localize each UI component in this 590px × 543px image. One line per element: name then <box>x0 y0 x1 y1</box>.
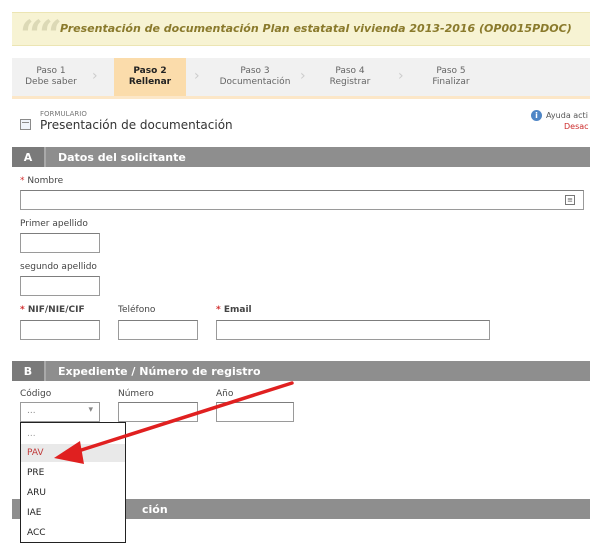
step-5[interactable]: Paso 5 Finalizar <box>414 58 488 96</box>
step-4-label: Registrar <box>329 77 371 87</box>
nombre-label: * Nombre <box>20 176 64 186</box>
step-1[interactable]: Paso 1 Debe saber <box>12 58 90 96</box>
step-separator-icon: › <box>398 68 404 84</box>
step-4-number: Paso 4 <box>335 66 365 76</box>
codigo-option[interactable]: ... <box>21 425 125 443</box>
primer-apellido-label: Primer apellido <box>20 219 88 229</box>
chevron-down-icon: ▾ <box>88 405 93 415</box>
primer-apellido-input[interactable] <box>20 233 100 253</box>
nif-label: * NIF/NIE/CIF <box>20 305 85 315</box>
section-b-header: B Expediente / Número de registro <box>12 361 590 381</box>
step-2-label: Rellenar <box>128 77 172 87</box>
step-navigation: Paso 1 Debe saber › Paso 2 Rellenar › Pa… <box>12 58 590 96</box>
codigo-option-acc[interactable]: ACC <box>21 524 125 542</box>
telefono-input[interactable] <box>118 320 198 340</box>
codigo-dropdown-list: ... PAV PRE ARU IAE ACC <box>20 422 126 543</box>
steps-underline <box>12 96 590 99</box>
segundo-apellido-label: segundo apellido <box>20 262 97 272</box>
section-b-title: Expediente / Número de registro <box>58 364 261 378</box>
step-4[interactable]: Paso 4 Registrar <box>314 58 386 96</box>
step-separator-icon: › <box>92 68 98 84</box>
step-2[interactable]: Paso 2 Rellenar <box>114 58 186 96</box>
section-b-letter: B <box>12 361 46 381</box>
quote-icon: ““ <box>20 12 62 59</box>
codigo-option-pav[interactable]: PAV <box>21 444 125 462</box>
step-3-label: Documentación <box>219 77 291 87</box>
step-1-label: Debe saber <box>25 77 77 87</box>
step-2-number: Paso 2 <box>133 66 167 76</box>
email-input[interactable] <box>216 320 490 340</box>
codigo-label: Código <box>20 389 52 399</box>
form-kicker: FORMULARIO <box>40 110 87 118</box>
step-3-number: Paso 3 <box>240 66 270 76</box>
codigo-select-value: ... <box>27 406 36 416</box>
codigo-option-iae[interactable]: IAE <box>21 504 125 522</box>
nombre-input[interactable] <box>20 190 584 210</box>
step-5-number: Paso 5 <box>436 66 466 76</box>
section-a-header: A Datos del solicitante <box>12 147 590 167</box>
codigo-option-pre[interactable]: PRE <box>21 464 125 482</box>
section-a-letter: A <box>12 147 46 167</box>
title-banner: ““ Presentación de documentación Plan es… <box>12 12 590 56</box>
numero-label: Número <box>118 389 154 399</box>
step-3[interactable]: Paso 3 Documentación <box>212 58 298 96</box>
step-separator-icon: › <box>300 68 306 84</box>
email-label: * Email <box>216 305 252 315</box>
help-toggle-status[interactable]: Desac <box>564 122 589 131</box>
telefono-label: Teléfono <box>118 305 156 315</box>
section-a-title: Datos del solicitante <box>58 150 186 164</box>
anio-label: Año <box>216 389 234 399</box>
step-5-label: Finalizar <box>432 77 470 87</box>
segundo-apellido-input[interactable] <box>20 276 100 296</box>
help-toggle-label[interactable]: Ayuda acti <box>546 111 588 120</box>
search-icon[interactable]: ≡ <box>565 195 575 205</box>
codigo-select[interactable]: ... ▾ <box>20 402 100 422</box>
step-separator-icon: › <box>194 68 200 84</box>
step-1-number: Paso 1 <box>36 66 66 76</box>
numero-input[interactable] <box>118 402 198 422</box>
page-title: Presentación de documentación Plan estat… <box>60 22 572 35</box>
codigo-option-aru[interactable]: ARU <box>21 484 125 502</box>
anio-input[interactable] <box>216 402 294 422</box>
info-icon[interactable]: i <box>531 110 542 121</box>
nif-input[interactable] <box>20 320 100 340</box>
form-title: Presentación de documentación <box>40 118 233 132</box>
form-icon <box>20 119 31 130</box>
